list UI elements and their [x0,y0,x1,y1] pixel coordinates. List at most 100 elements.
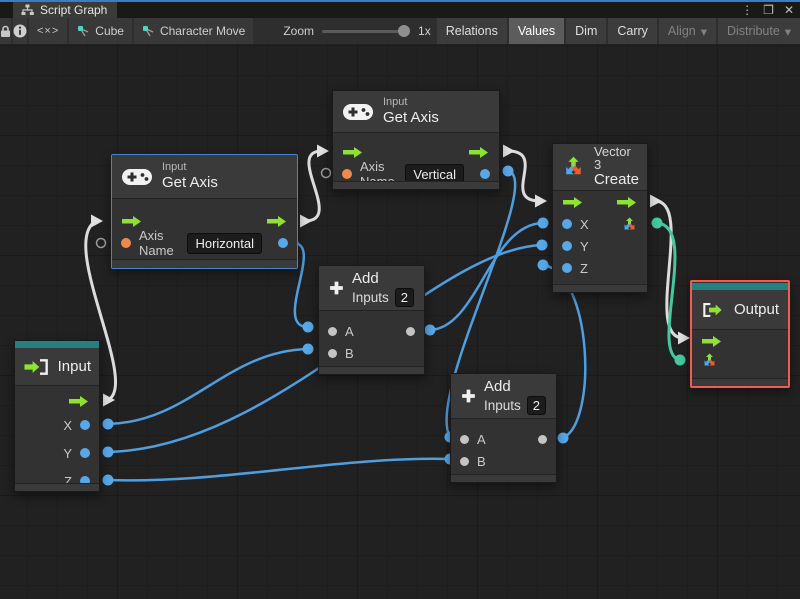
wire-endpoint[interactable] [651,217,663,229]
tab-script-graph[interactable]: Script Graph [13,2,118,18]
wire-endpoint[interactable] [557,432,569,444]
unit-header-strip [15,341,99,348]
graph-button-character-move[interactable]: Character Move [133,18,254,44]
wire[interactable] [106,347,310,426]
wire-endpoint[interactable] [102,446,114,458]
sum-out-port[interactable] [406,326,415,336]
flow-in-arrow-icon[interactable] [121,215,143,228]
plus-icon [330,281,343,295]
input-a-port[interactable] [460,434,469,444]
node-title: Get Axis [383,109,439,126]
graph-button-cube[interactable]: Cube [69,18,132,44]
vector3-out-port-icon[interactable] [621,216,638,233]
vector3-icon [566,156,581,175]
y-out-port[interactable] [80,448,90,458]
flow-connector-triangle[interactable] [300,214,312,228]
wire-endpoint[interactable] [102,418,114,430]
flow-out-arrow-icon[interactable] [266,215,288,228]
close-icon[interactable]: ✕ [784,3,794,18]
wire-endpoint[interactable] [424,324,436,336]
flow-out-arrow-icon[interactable] [68,395,90,408]
node-footer [451,474,556,482]
dropdown-distribute[interactable]: Distribute ▾ [718,18,800,44]
unconnected-port-ring[interactable] [95,237,107,249]
node-add-2[interactable]: Add Inputs 2 A B [450,373,557,483]
x-out-port[interactable] [80,420,90,430]
zoom-slider-knob[interactable] [398,24,411,37]
flow-connector-triangle[interactable] [535,194,547,208]
port-row-x: X [553,213,647,235]
flow-in-arrow-icon[interactable] [342,146,364,159]
input-a-port[interactable] [328,326,337,336]
port-row-z: Z [553,257,647,279]
tab-bar: Script Graph ⋮ ❐ ✕ [0,0,800,18]
toggle-dim[interactable]: Dim [566,18,607,44]
node-kind: Input [383,96,408,108]
toggle-values[interactable]: Values [508,18,565,44]
node-add-1[interactable]: Add Inputs 2 A B [318,265,425,375]
value-out-port[interactable] [480,169,490,179]
toggle-relations[interactable]: Relations [436,18,507,44]
node-footer [112,259,297,268]
wire[interactable] [428,221,545,332]
z-in-port[interactable] [562,263,572,273]
chevron-down-icon: ▾ [700,24,707,39]
vector3-in-port-icon[interactable] [701,352,718,369]
flow-connector-triangle[interactable] [678,331,690,345]
wire-endpoint[interactable] [536,239,548,251]
sum-out-port[interactable] [538,434,547,444]
wire[interactable] [106,457,452,482]
vector3-in-row [692,349,788,371]
flow-in-arrow-icon[interactable] [562,196,584,209]
code-view-button[interactable]: <×> [29,18,68,44]
dropdown-align[interactable]: Align ▾ [658,18,716,44]
node-get-axis-horizontal[interactable]: Input Get Axis Axis Name Horizontal [111,154,298,269]
wire-endpoint[interactable] [502,165,514,177]
node-title: Create [593,171,639,188]
wire-endpoint[interactable] [674,354,686,366]
y-in-port[interactable] [562,241,572,251]
node-get-axis-vertical[interactable]: Input Get Axis Axis Name Vertical [332,90,500,190]
node-input-unit[interactable]: Input X Y Z [14,340,100,492]
unconnected-port-ring[interactable] [320,167,332,179]
node-output-unit[interactable]: Output [690,280,790,388]
maximize-icon[interactable]: ❐ [763,3,774,18]
node-footer [692,378,788,386]
wire-endpoint[interactable] [302,321,314,333]
axis-name-port[interactable] [121,238,131,248]
flow-connector-triangle[interactable] [650,194,662,208]
wire-endpoint[interactable] [537,217,549,229]
flow-in-arrow-icon[interactable] [701,335,723,348]
x-in-port[interactable] [562,219,572,229]
node-vector3-create[interactable]: Vector 3 Create X Y Z [552,143,648,293]
node-footer [333,181,499,189]
graph-canvas[interactable]: Input Get Axis Axis Name Vertical [0,44,800,599]
wire-endpoint[interactable] [537,259,549,271]
output-bracket-icon [703,302,722,317]
graph-node-icon [142,26,154,37]
lock-button[interactable] [0,18,11,44]
gamepad-icon [343,103,373,120]
value-out-port[interactable] [278,238,288,248]
node-header: Input [15,348,99,386]
inputs-label: Inputs [351,290,389,305]
flow-connector-triangle[interactable] [91,214,103,228]
inputs-count-field[interactable]: 2 [394,288,414,307]
flow-out-arrow-icon[interactable] [468,146,490,159]
toggle-carry[interactable]: Carry [608,18,657,44]
flow-out-arrow-icon[interactable] [616,196,638,209]
inputs-count-field[interactable]: 2 [526,396,546,415]
flow-connector-triangle[interactable] [503,144,515,158]
info-button[interactable] [13,18,27,44]
axis-name-field[interactable]: Horizontal [187,232,262,254]
wire-endpoint[interactable] [102,474,114,486]
menu-icon[interactable]: ⋮ [741,3,753,18]
zoom-slider[interactable] [322,24,411,37]
input-b-port[interactable] [328,348,337,358]
flow-connector-triangle[interactable] [317,144,329,158]
wire[interactable] [303,149,324,223]
graph-node-icon [78,26,89,37]
wire-endpoint[interactable] [302,343,314,355]
axis-name-port[interactable] [342,169,352,179]
input-b-port[interactable] [460,456,469,466]
